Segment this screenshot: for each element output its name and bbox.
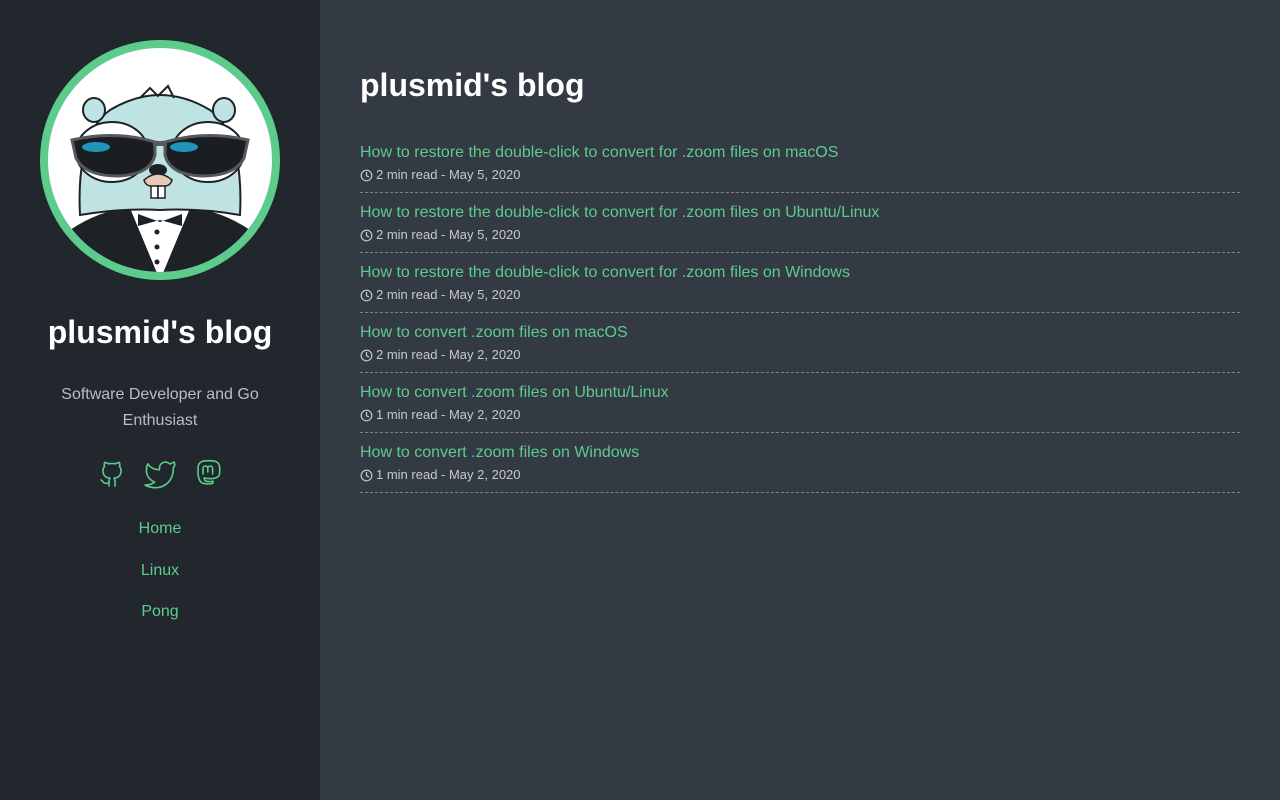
post-meta-text: 2 min read - May 5, 2020 xyxy=(376,167,521,182)
nav-home-link[interactable]: Home xyxy=(0,518,320,560)
post-title-link[interactable]: How to convert .zoom files on Windows xyxy=(360,443,1240,463)
nav-pong-link[interactable]: Pong xyxy=(0,601,320,643)
post-item: How to restore the double-click to conve… xyxy=(360,193,1240,253)
sidebar: plusmid's blog Software Developer and Go… xyxy=(0,0,320,800)
clock-icon xyxy=(360,169,373,182)
post-meta: 1 min read - May 2, 2020 xyxy=(360,466,1240,484)
main-content: plusmid's blog How to restore the double… xyxy=(320,0,1280,800)
page-title: plusmid's blog xyxy=(360,67,585,103)
mastodon-link[interactable] xyxy=(191,455,225,489)
clock-icon xyxy=(360,289,373,302)
twitter-icon xyxy=(144,461,176,489)
nav-linux-link[interactable]: Linux xyxy=(0,560,320,602)
tagline: Software Developer and Go Enthusiast xyxy=(61,386,259,429)
post-meta: 2 min read - May 5, 2020 xyxy=(360,286,1240,304)
post-title-link[interactable]: How to restore the double-click to conve… xyxy=(360,203,1240,223)
post-meta: 2 min read - May 5, 2020 xyxy=(360,226,1240,244)
post-title-link[interactable]: How to restore the double-click to conve… xyxy=(360,263,1240,283)
post-meta-text: 2 min read - May 2, 2020 xyxy=(376,347,521,362)
avatar xyxy=(40,40,280,280)
sidebar-nav: Home Linux Pong xyxy=(0,518,320,643)
clock-icon xyxy=(360,409,373,422)
mastodon-icon xyxy=(197,459,221,485)
site-title: plusmid's blog xyxy=(47,314,273,350)
clock-icon xyxy=(360,469,373,482)
post-item: How to restore the double-click to conve… xyxy=(360,133,1240,193)
post-meta-text: 2 min read - May 5, 2020 xyxy=(376,287,521,302)
github-icon xyxy=(100,461,122,487)
post-item: How to convert .zoom files on Ubuntu/Lin… xyxy=(360,373,1240,433)
post-item: How to convert .zoom files on macOS 2 mi… xyxy=(360,313,1240,373)
github-link[interactable] xyxy=(95,455,129,489)
post-title-link[interactable]: How to convert .zoom files on Ubuntu/Lin… xyxy=(360,383,1240,403)
post-title-link[interactable]: How to restore the double-click to conve… xyxy=(360,143,1240,163)
post-item: How to restore the double-click to conve… xyxy=(360,253,1240,313)
post-meta: 1 min read - May 2, 2020 xyxy=(360,406,1240,424)
post-meta-text: 1 min read - May 2, 2020 xyxy=(376,467,521,482)
post-meta: 2 min read - May 2, 2020 xyxy=(360,346,1240,364)
social-links xyxy=(0,455,320,489)
clock-icon xyxy=(360,349,373,362)
post-meta: 2 min read - May 5, 2020 xyxy=(360,166,1240,184)
post-item: How to convert .zoom files on Windows 1 … xyxy=(360,433,1240,493)
post-list: How to restore the double-click to conve… xyxy=(360,133,1240,493)
post-meta-text: 2 min read - May 5, 2020 xyxy=(376,227,521,242)
post-title-link[interactable]: How to convert .zoom files on macOS xyxy=(360,323,1240,343)
clock-icon xyxy=(360,229,373,242)
twitter-link[interactable] xyxy=(143,455,177,489)
post-meta-text: 1 min read - May 2, 2020 xyxy=(376,407,521,422)
